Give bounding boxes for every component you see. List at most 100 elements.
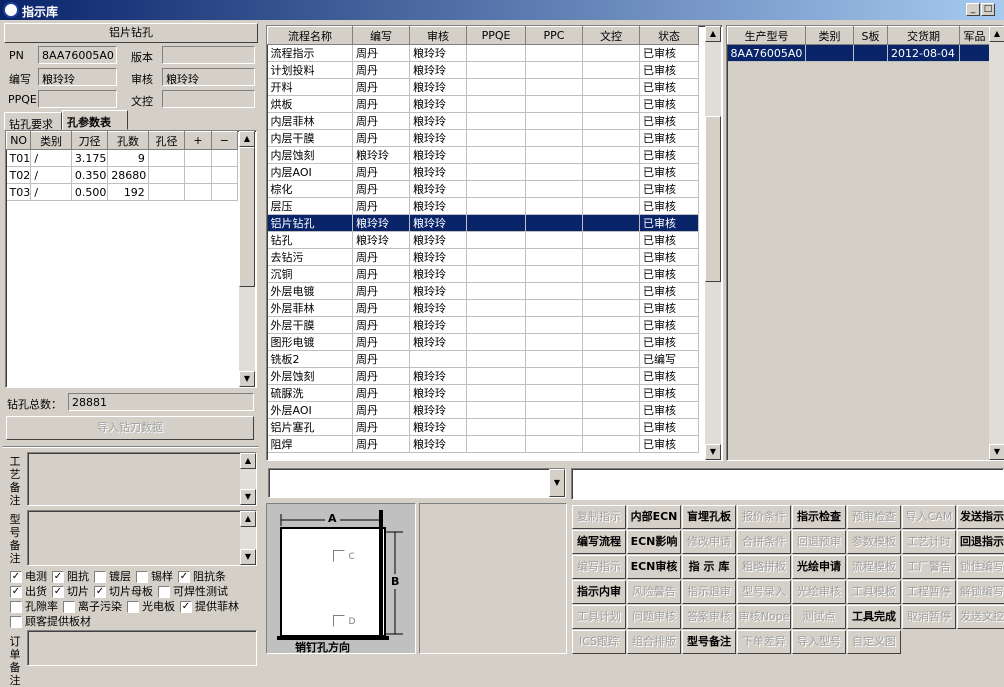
action-button[interactable]: 型号录入 bbox=[737, 580, 791, 604]
hole-table-scrollbar[interactable]: ▲ ▼ bbox=[239, 131, 255, 387]
action-button[interactable]: 自定义图 bbox=[847, 630, 901, 654]
col-tool-dia[interactable]: 刀径 bbox=[70, 131, 109, 150]
checkbox-icon[interactable] bbox=[158, 586, 170, 598]
table-row[interactable]: T01/3.175 9 bbox=[6, 149, 239, 167]
checkmark-icon[interactable]: ✓ bbox=[94, 586, 106, 598]
scroll-up-icon[interactable]: ▲ bbox=[240, 511, 256, 527]
action-button[interactable]: 指示内审 bbox=[572, 580, 626, 604]
remove-row-button[interactable]: − bbox=[210, 131, 239, 150]
table-row[interactable]: 外层干膜 周丹 粮玲玲 已审核 bbox=[267, 316, 699, 334]
table-row[interactable]: 硫脲洗 周丹 粮玲玲 已审核 bbox=[267, 384, 699, 402]
table-row[interactable]: 图形电镀 周丹 粮玲玲 已审核 bbox=[267, 333, 699, 351]
action-button[interactable]: 工具完成 bbox=[847, 605, 901, 629]
option-checkbox[interactable]: 镀层 bbox=[94, 570, 136, 583]
action-button[interactable]: 盲埋孔板 bbox=[682, 505, 736, 529]
action-button[interactable]: 答案审核 bbox=[682, 605, 736, 629]
import-tool-data-button[interactable]: 导入钻刀数据 bbox=[6, 416, 254, 440]
table-row[interactable]: 开料 周丹 粮玲玲 已审核 bbox=[267, 78, 699, 96]
col-model[interactable]: 生产型号 bbox=[727, 26, 806, 45]
checkmark-icon[interactable]: ✓ bbox=[10, 571, 22, 583]
scroll-up-icon[interactable]: ▲ bbox=[705, 26, 721, 42]
col-ppc[interactable]: PPC bbox=[525, 26, 583, 45]
action-button[interactable]: 指示退审 bbox=[682, 580, 736, 604]
ppqe-field[interactable] bbox=[38, 90, 117, 108]
checkbox-icon[interactable] bbox=[94, 571, 106, 583]
option-checkbox[interactable]: ✓ 切片 bbox=[52, 585, 94, 598]
option-checkbox[interactable]: 顾客提供板材 bbox=[10, 615, 96, 628]
action-button[interactable]: 修改申请 bbox=[682, 530, 736, 554]
action-button[interactable]: 发送文控 bbox=[957, 605, 1004, 629]
control-field[interactable] bbox=[162, 90, 255, 108]
action-button[interactable]: 工具计划 bbox=[572, 605, 626, 629]
action-button[interactable]: 导入CAM bbox=[902, 505, 956, 529]
option-checkbox[interactable]: 离子污染 bbox=[63, 600, 127, 613]
action-button[interactable]: 合拼条件 bbox=[737, 530, 791, 554]
version-field[interactable] bbox=[162, 46, 255, 64]
table-row[interactable]: 棕化 周丹 粮玲玲 已审核 bbox=[267, 180, 699, 198]
table-row[interactable]: 内层蚀刻 粮玲玲 粮玲玲 已审核 bbox=[267, 146, 699, 164]
table-row[interactable]: 外层AOI 周丹 粮玲玲 已审核 bbox=[267, 401, 699, 419]
col-process-name[interactable]: 流程名称 bbox=[267, 26, 353, 45]
table-row[interactable]: 阻焊 周丹 粮玲玲 已审核 bbox=[267, 435, 699, 453]
col-control[interactable]: 文控 bbox=[582, 26, 640, 45]
scroll-up-icon[interactable]: ▲ bbox=[240, 453, 256, 469]
col-status[interactable]: 状态 bbox=[639, 26, 699, 45]
scroll-thumb[interactable] bbox=[239, 147, 255, 287]
table-row[interactable]: 铝片钻孔 粮玲玲 粮玲玲 已审核 bbox=[267, 214, 699, 232]
action-button[interactable]: 光绘申请 bbox=[792, 555, 846, 579]
action-button[interactable]: 导入型号 bbox=[792, 630, 846, 654]
action-button[interactable]: ECN影响 bbox=[627, 530, 681, 554]
action-button[interactable]: 回退预审 bbox=[792, 530, 846, 554]
option-checkbox[interactable]: ✓ 电测 bbox=[10, 570, 52, 583]
scroll-down-icon[interactable]: ▼ bbox=[240, 489, 256, 505]
option-checkbox[interactable]: ✓ 提供菲林 bbox=[180, 600, 244, 613]
action-button[interactable]: 指 示 库 bbox=[682, 555, 736, 579]
action-button[interactable]: ICS跟踪 bbox=[572, 630, 626, 654]
action-button[interactable]: 问题审核 bbox=[627, 605, 681, 629]
dropdown-arrow-icon[interactable]: ▼ bbox=[549, 469, 565, 497]
table-row[interactable]: 层压 周丹 粮玲玲 已审核 bbox=[267, 197, 699, 215]
action-button[interactable]: 参数模板 bbox=[847, 530, 901, 554]
action-button[interactable]: 发送指示 bbox=[957, 505, 1004, 529]
action-button[interactable]: ECN审核 bbox=[627, 555, 681, 579]
option-checkbox[interactable]: 锡样 bbox=[136, 570, 178, 583]
option-checkbox[interactable]: ✓ 阻抗条 bbox=[178, 570, 231, 583]
action-button[interactable]: 风险警告 bbox=[627, 580, 681, 604]
checkmark-icon[interactable]: ✓ bbox=[10, 586, 22, 598]
table-row[interactable]: 外层菲林 周丹 粮玲玲 已审核 bbox=[267, 299, 699, 317]
option-checkbox[interactable]: 光电板 bbox=[127, 600, 180, 613]
remark-combobox[interactable]: ▼ bbox=[268, 468, 566, 498]
order-note-field[interactable] bbox=[27, 630, 257, 666]
reviewer-field[interactable]: 粮玲玲 bbox=[162, 68, 255, 86]
editor-field[interactable]: 粮玲玲 bbox=[38, 68, 117, 86]
action-button[interactable]: 工程暂停 bbox=[902, 580, 956, 604]
col-hole-dia[interactable]: 孔径 bbox=[147, 131, 186, 150]
scroll-down-icon[interactable]: ▼ bbox=[989, 444, 1004, 460]
table-row[interactable]: 铣板2 周丹 已编写 bbox=[267, 350, 699, 368]
action-button[interactable]: 编写指示 bbox=[572, 555, 626, 579]
action-button[interactable]: 测试点 bbox=[792, 605, 846, 629]
checkbox-icon[interactable] bbox=[10, 601, 22, 613]
model-note-scrollbar[interactable]: ▲ ▼ bbox=[240, 511, 256, 565]
table-row[interactable]: 钻孔 粮玲玲 粮玲玲 已审核 bbox=[267, 231, 699, 249]
tab-drill-requirements[interactable]: 钻孔要求 bbox=[4, 112, 62, 131]
checkmark-icon[interactable]: ✓ bbox=[52, 586, 64, 598]
process-note-scrollbar[interactable]: ▲ ▼ bbox=[240, 453, 256, 505]
checkbox-icon[interactable] bbox=[63, 601, 75, 613]
col-delivery[interactable]: 交货期 bbox=[887, 26, 960, 45]
col-military[interactable]: 军品 bbox=[959, 26, 990, 45]
scroll-thumb[interactable] bbox=[705, 116, 721, 282]
scroll-down-icon[interactable]: ▼ bbox=[240, 549, 256, 565]
action-button[interactable]: 光绘审核 bbox=[792, 580, 846, 604]
table-row[interactable]: 沉铜 周丹 粮玲玲 已审核 bbox=[267, 265, 699, 283]
action-button[interactable]: 组合排版 bbox=[627, 630, 681, 654]
table-row[interactable]: 内层菲林 周丹 粮玲玲 已审核 bbox=[267, 112, 699, 130]
checkbox-icon[interactable] bbox=[136, 571, 148, 583]
table-row[interactable]: 外层电镀 周丹 粮玲玲 已审核 bbox=[267, 282, 699, 300]
scroll-down-icon[interactable]: ▼ bbox=[239, 371, 255, 387]
col-editor[interactable]: 编写 bbox=[352, 26, 410, 45]
option-checkbox[interactable]: 可焊性测试 bbox=[158, 585, 233, 598]
scroll-up-icon[interactable]: ▲ bbox=[989, 26, 1004, 42]
action-button[interactable]: 回退指示 bbox=[957, 530, 1004, 554]
minimize-button[interactable]: _ bbox=[966, 3, 980, 16]
